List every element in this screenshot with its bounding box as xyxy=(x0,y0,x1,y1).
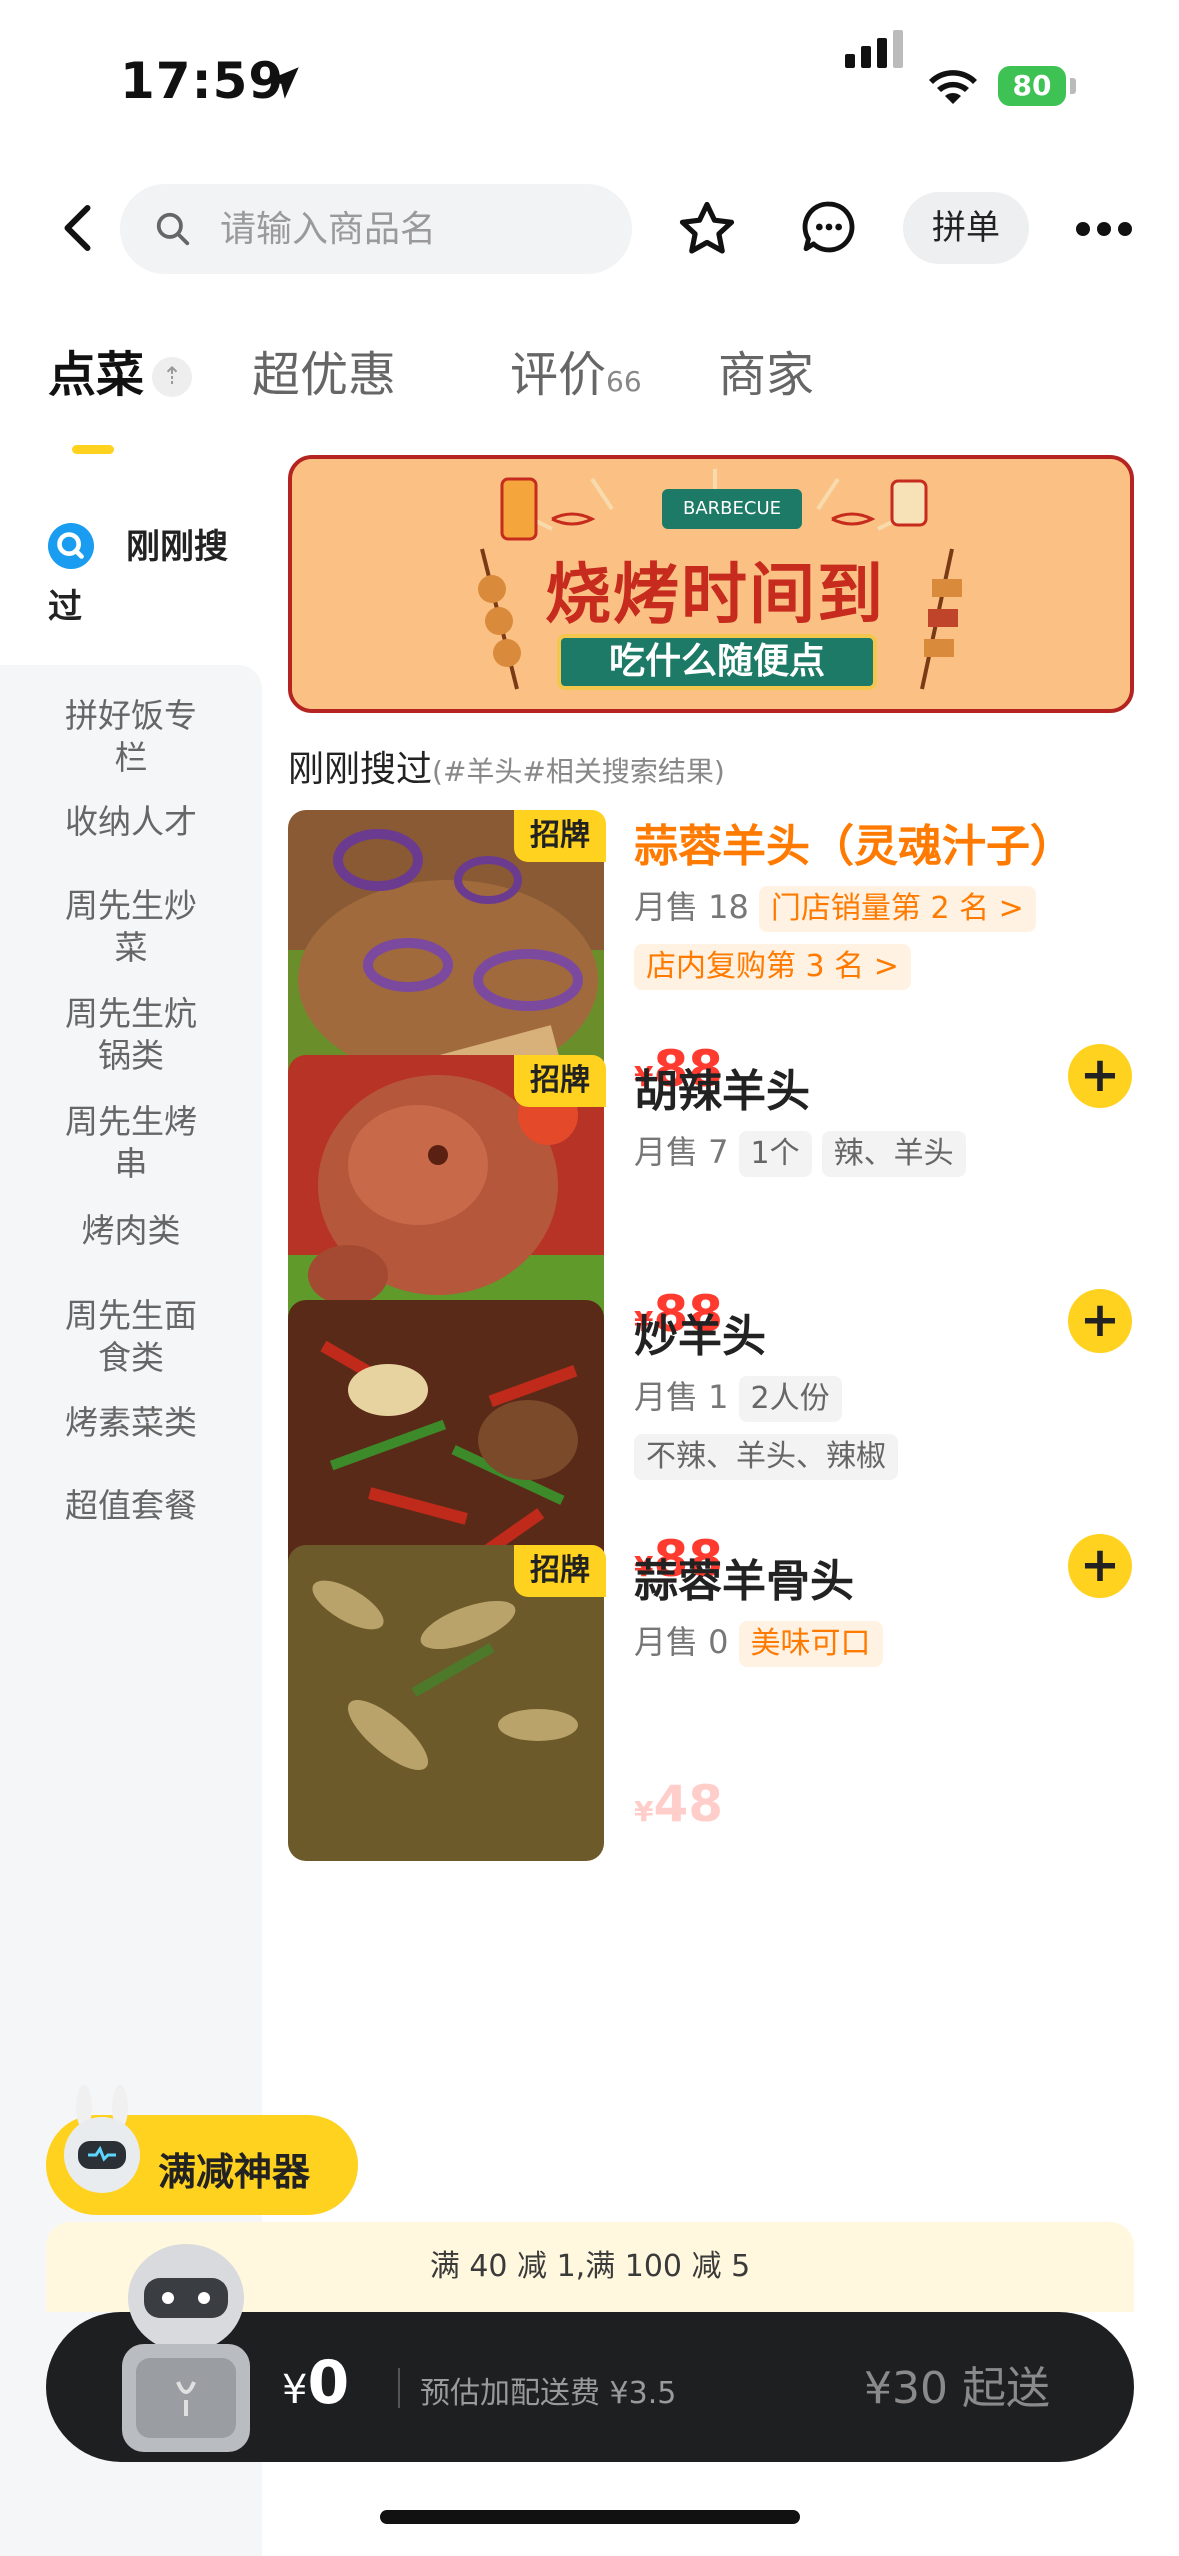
tab-label: 超优惠 xyxy=(252,347,397,403)
item-price: ¥48 xyxy=(634,1775,723,1833)
ranking-tag[interactable]: 门店销量第 2 名 > xyxy=(758,886,1036,932)
section-title-text: 刚刚搜过 xyxy=(288,749,433,790)
monthly-sales: 月售 7 xyxy=(634,1133,729,1171)
delivery-fee: 预估加配送费 ¥3.5 xyxy=(420,2376,677,2411)
sidebar-item-pot[interactable]: 周先生炕锅类 xyxy=(0,993,262,1077)
portion-tag: 1个 xyxy=(738,1131,812,1177)
item-meta-2: 不辣、羊头、辣椒 xyxy=(634,1434,898,1480)
search-icon xyxy=(156,212,190,246)
status-time: 17:59 xyxy=(120,52,285,110)
flavor-tag: 辣、羊头 xyxy=(821,1131,966,1177)
status-bar: 17:59 80 xyxy=(0,0,1179,170)
banner-background: BARBECUE 烧烤时间到 吃什么随便点 xyxy=(292,459,1130,709)
signature-badge: 招牌 xyxy=(514,1055,606,1107)
divider xyxy=(398,2368,400,2408)
item-name: 蒜蓉羊骨头 xyxy=(634,1556,854,1607)
section-title: 刚刚搜过(#羊头#相关搜索结果) xyxy=(288,740,725,792)
monthly-sales: 月售 0 xyxy=(634,1623,729,1661)
menu-item[interactable]: 招牌 蒜蓉羊骨头 月售 0 美味可口 ¥48 xyxy=(288,1545,1134,1875)
top-header: 拼单 xyxy=(0,170,1179,290)
cart-bar[interactable]: ¥0 预估加配送费 ¥3.5 ¥30 起送 xyxy=(46,2244,1134,2462)
location-arrow-icon xyxy=(267,67,299,99)
sidebar-item-veggie-bbq[interactable]: 烤素菜类 xyxy=(0,1402,262,1444)
pin-top-icon[interactable]: ⇡ xyxy=(152,357,192,397)
flavor-tag: 美味可口 xyxy=(738,1621,883,1667)
repurchase-tag[interactable]: 店内复购第 3 名 > xyxy=(634,944,911,990)
item-meta: 月售 1 2人份 xyxy=(634,1372,842,1422)
item-name: 炒羊头 xyxy=(634,1311,766,1362)
cart-total-value: 0 xyxy=(307,2348,350,2418)
tab-order[interactable]: 点菜 xyxy=(48,335,144,405)
group-order-button[interactable]: 拼单 xyxy=(903,192,1029,264)
item-meta: 月售 0 美味可口 xyxy=(634,1617,883,1667)
discount-helper-button[interactable]: 满减神器 xyxy=(46,2085,358,2215)
sidebar-item-stir-fry[interactable]: 周先生炒菜 xyxy=(0,885,262,969)
robot-cart-icon[interactable] xyxy=(86,2232,286,2462)
favorite-star-icon[interactable] xyxy=(676,198,738,260)
tab-deals[interactable]: 超优惠 xyxy=(252,335,396,405)
portion-tag: 2人份 xyxy=(738,1376,842,1422)
min-order-button[interactable]: ¥30 起送 xyxy=(864,2352,1050,2416)
sidebar-item-recent[interactable]: 刚刚搜过 xyxy=(0,495,262,665)
monthly-sales: 月售 1 xyxy=(634,1378,729,1416)
tab-label: 点菜 xyxy=(48,347,145,403)
tab-reviews[interactable]: 评价66 xyxy=(510,335,642,405)
search-input[interactable] xyxy=(220,184,600,274)
cart-total: ¥0 xyxy=(282,2348,349,2418)
banner-subtitle: 吃什么随便点 xyxy=(557,634,877,690)
sidebar-item-pinhaofan[interactable]: 拼好饭专栏 xyxy=(0,695,262,779)
sidebar-item-label: 刚刚搜过 xyxy=(48,527,228,627)
tab-label: 商家 xyxy=(718,347,815,403)
review-count: 66 xyxy=(606,365,642,398)
flavor-tag: 不辣、羊头、辣椒 xyxy=(634,1434,898,1480)
banner-title: 烧烤时间到 xyxy=(545,556,885,633)
search-box[interactable] xyxy=(120,184,632,274)
tab-label: 评价 xyxy=(510,347,607,403)
wifi-icon xyxy=(929,70,977,104)
sidebar-item-noodles[interactable]: 周先生面食类 xyxy=(0,1295,262,1379)
item-meta: 月售 18 门店销量第 2 名 > xyxy=(634,882,1036,932)
chat-icon[interactable] xyxy=(800,198,858,256)
sidebar-item-storage[interactable]: 收纳人才 xyxy=(0,801,262,843)
item-name: 蒜蓉羊头（灵魂汁子） xyxy=(634,821,1074,872)
promo-banner[interactable]: BARBECUE 烧烤时间到 吃什么随便点 xyxy=(288,455,1134,713)
sidebar-item-bbq-meat[interactable]: 烤肉类 xyxy=(0,1210,262,1252)
battery-icon: 80 xyxy=(998,66,1066,106)
back-icon[interactable] xyxy=(50,198,110,258)
sidebar-item-combo[interactable]: 超值套餐 xyxy=(0,1485,262,1527)
item-name: 胡辣羊头 xyxy=(634,1066,810,1117)
main-panel: 点菜 ⇡ 超优惠 评价66 商家 刚刚搜过 拼好饭专栏 收纳人才 周先生炒菜 周… xyxy=(0,295,1179,2556)
sidebar-item-skewers[interactable]: 周先生烤串 xyxy=(0,1101,262,1185)
more-icon[interactable] xyxy=(1076,222,1132,238)
item-meta: 月售 7 1个 辣、羊头 xyxy=(634,1127,966,1177)
battery-tip xyxy=(1070,78,1076,94)
home-indicator[interactable] xyxy=(380,2510,800,2524)
section-subtitle: (#羊头#相关搜索结果) xyxy=(432,755,725,788)
active-tab-indicator xyxy=(72,445,114,454)
tab-bar: 点菜 ⇡ 超优惠 评价66 商家 xyxy=(0,335,1179,454)
monthly-sales: 月售 18 xyxy=(634,888,749,926)
currency-symbol: ¥ xyxy=(282,2367,308,2413)
tab-merchant[interactable]: 商家 xyxy=(718,335,814,405)
banner-ribbon: BARBECUE xyxy=(662,489,802,529)
price-value: 48 xyxy=(653,1775,724,1833)
currency-symbol: ¥ xyxy=(634,1795,654,1828)
signature-badge: 招牌 xyxy=(514,1545,606,1597)
signature-badge: 招牌 xyxy=(514,810,606,862)
promo-label: 满减神器 xyxy=(158,2150,311,2194)
item-meta-2: 店内复购第 3 名 > xyxy=(634,944,911,990)
robot-mascot-icon xyxy=(64,2085,140,2193)
